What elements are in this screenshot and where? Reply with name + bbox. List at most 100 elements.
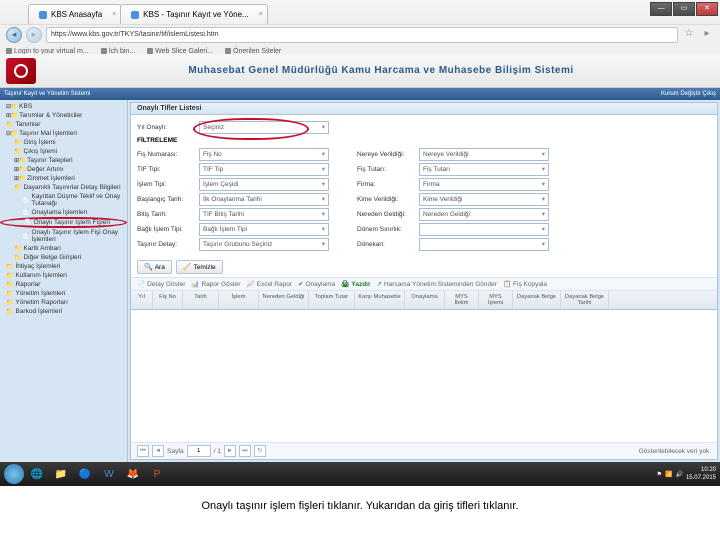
tree-item[interactable]: Giriş İşlemi bbox=[0, 138, 127, 147]
maximize-button[interactable]: ▭ bbox=[673, 2, 695, 16]
toolbar-item[interactable]: 📈Excel Rapor bbox=[247, 280, 293, 288]
tree-item[interactable]: Yönetim İşlemleri bbox=[0, 289, 127, 298]
filter-label: TIF Tipi: bbox=[137, 166, 195, 173]
toolbar-item[interactable]: 📋Fiş Kopyala bbox=[503, 280, 547, 288]
filter-field[interactable]: Taşınır Grubunu Seçiniz bbox=[199, 238, 329, 251]
taskbar-chrome-icon[interactable]: 🔵 bbox=[74, 465, 96, 483]
pager-last[interactable]: ⏭ bbox=[239, 445, 251, 457]
toolbar-item[interactable]: 📄Detay Göster bbox=[137, 280, 185, 288]
tree-item[interactable]: Kullanım İşlemleri bbox=[0, 271, 127, 280]
column-header[interactable]: Onaylama bbox=[405, 291, 445, 309]
column-header[interactable]: MYS İletim bbox=[445, 291, 479, 309]
back-button[interactable]: ◄ bbox=[6, 27, 22, 43]
tree-item[interactable]: Zimmet İşlemleri bbox=[0, 174, 127, 183]
tree-item[interactable]: KBS bbox=[0, 102, 127, 111]
filter-field[interactable]: İşlem Çeşidi bbox=[199, 178, 329, 191]
tray-network-icon[interactable]: 📶 bbox=[665, 471, 672, 478]
column-header[interactable]: Fiş No bbox=[153, 291, 183, 309]
tree-item[interactable]: Tanımlar & Yöneticiler bbox=[0, 111, 127, 120]
column-header[interactable]: Nereden Geldiği bbox=[259, 291, 309, 309]
taskbar-powerpoint-icon[interactable]: P bbox=[146, 465, 168, 483]
filter-field[interactable] bbox=[419, 238, 549, 251]
toolbar-item[interactable]: 🖨Yazdır bbox=[341, 280, 370, 288]
filter-field[interactable]: Nereden Geldiği bbox=[419, 208, 549, 221]
toolbar-item[interactable]: ✔Onaylama bbox=[298, 280, 335, 288]
pager: ⏮ ◄ Sayfa / 1 ► ⏭ ↻ bbox=[137, 445, 266, 457]
column-header[interactable]: Karşı Muhasebe bbox=[355, 291, 405, 309]
bookmark-menu-icon[interactable]: ▸ bbox=[700, 28, 714, 42]
tab-label: KBS Anasayfa bbox=[51, 10, 102, 19]
clock-time: 10:20 bbox=[701, 467, 716, 473]
tree-item[interactable]: Kartlı Ambarı bbox=[0, 244, 127, 253]
column-header[interactable]: Yıl bbox=[131, 291, 153, 309]
search-button[interactable]: 🔍Ara bbox=[137, 260, 172, 274]
tree-item[interactable]: İhtiyaç İşlemleri bbox=[0, 262, 127, 271]
tree-item[interactable]: Dayanıklı Taşınırlar Detay Bilgileri bbox=[0, 183, 127, 192]
pager-page-input[interactable] bbox=[187, 445, 211, 457]
column-header[interactable]: MYS İşlemi bbox=[479, 291, 513, 309]
site-logo bbox=[6, 58, 36, 84]
clock-date: 15.07.2015 bbox=[686, 475, 716, 481]
filter-field[interactable]: Fiş No bbox=[199, 148, 329, 161]
tree-item[interactable]: Taşınır Talepleri bbox=[0, 156, 127, 165]
tree-item[interactable]: Diğer Belge Girişleri bbox=[0, 253, 127, 262]
broom-icon: 🧹 bbox=[183, 263, 192, 271]
browser-tab-2[interactable]: KBS - Taşınır Kayıt ve Yöne...× bbox=[120, 4, 268, 24]
close-button[interactable]: ✕ bbox=[696, 2, 718, 16]
column-header[interactable]: Tarih bbox=[183, 291, 219, 309]
taskbar-explorer-icon[interactable]: 📁 bbox=[50, 465, 72, 483]
year-label: Yıl Onaylı: bbox=[137, 124, 195, 131]
pager-next[interactable]: ► bbox=[224, 445, 236, 457]
toolbar-item[interactable]: 📊Rapor Göster bbox=[191, 280, 240, 288]
year-select[interactable]: Seçiniz bbox=[199, 121, 329, 134]
tree-item[interactable]: Onaylı Taşınır İşlem Fişleri bbox=[0, 217, 127, 228]
pager-first[interactable]: ⏮ bbox=[137, 445, 149, 457]
pager-refresh[interactable]: ↻ bbox=[254, 445, 266, 457]
filter-label: Başlangıç Tarih: bbox=[137, 196, 195, 203]
clear-button[interactable]: 🧹Temizle bbox=[176, 260, 223, 274]
taskbar-word-icon[interactable]: W bbox=[98, 465, 120, 483]
filter-field[interactable]: TIF Bitiş Tarihi bbox=[199, 208, 329, 221]
pager-prev[interactable]: ◄ bbox=[152, 445, 164, 457]
tree-item[interactable]: Taşınır Mal İşlemleri bbox=[0, 129, 127, 138]
minimize-button[interactable]: — bbox=[650, 2, 672, 16]
column-header[interactable]: İşlem bbox=[219, 291, 259, 309]
filter-field[interactable]: Fiş Tutarı bbox=[419, 163, 549, 176]
filter-field[interactable]: Bağlı İşlem Tipi bbox=[199, 223, 329, 236]
slide-caption: Onaylı taşınır işlem fişleri tıklanır. Y… bbox=[0, 486, 720, 526]
tree-item[interactable]: Raporlar bbox=[0, 280, 127, 289]
tree-item[interactable]: Tanımlar bbox=[0, 120, 127, 129]
forward-button[interactable]: ► bbox=[26, 27, 42, 43]
start-button[interactable] bbox=[4, 464, 24, 484]
taskbar-firefox-icon[interactable]: 🦊 bbox=[122, 465, 144, 483]
header-right-links[interactable]: Kurum Değiştir Çıkış bbox=[661, 91, 716, 97]
column-header[interactable]: Dayanak Belge Tarihi bbox=[561, 291, 609, 309]
toolbar-icon: 📄 bbox=[137, 280, 145, 288]
filter-field[interactable]: TIF Tip bbox=[199, 163, 329, 176]
taskbar-ie-icon[interactable]: 🌐 bbox=[26, 465, 48, 483]
filter-field[interactable]: Firma bbox=[419, 178, 549, 191]
tree-item[interactable]: Barkod İşlemleri bbox=[0, 307, 127, 316]
tree-item[interactable]: Çıkış İşlemi bbox=[0, 147, 127, 156]
tree-item[interactable]: Onaylı Taşınır İşlem Fişi Onay İşlemleri bbox=[0, 228, 127, 244]
filter-field[interactable] bbox=[419, 223, 549, 236]
filter-label: Firma: bbox=[357, 181, 415, 188]
tree-item[interactable]: Değer Artımı bbox=[0, 165, 127, 174]
tray-flag-icon[interactable]: ⚑ bbox=[657, 471, 662, 478]
filter-field[interactable]: Kime Verildiği bbox=[419, 193, 549, 206]
filter-heading: FİLTRELEME bbox=[137, 137, 711, 144]
filter-field[interactable]: İlk Onaylanma Tarihi bbox=[199, 193, 329, 206]
tree-item[interactable]: Onaylama İşlemleri bbox=[0, 208, 127, 217]
column-header[interactable]: Dayanak Belge bbox=[513, 291, 561, 309]
tree-item[interactable]: Yönetim Raporları bbox=[0, 298, 127, 307]
address-bar[interactable]: https://www.kbs.gov.tr/TKYS/tasinir/tif/… bbox=[46, 27, 678, 43]
bookmark-star-icon[interactable]: ☆ bbox=[682, 28, 696, 42]
tab-label: KBS - Taşınır Kayıt ve Yöne... bbox=[143, 10, 249, 19]
toolbar-item[interactable]: ↗Harcama Yönetim Sisteminden Gönder bbox=[377, 280, 497, 288]
browser-tab-1[interactable]: KBS Anasayfa× bbox=[28, 4, 121, 24]
panel-title: Onaylı Tifler Listesi bbox=[131, 103, 717, 115]
column-header[interactable]: Toplam Tutar bbox=[309, 291, 355, 309]
tray-volume-icon[interactable]: 🔊 bbox=[675, 471, 682, 478]
filter-field[interactable]: Nereye Verildiği bbox=[419, 148, 549, 161]
tree-item[interactable]: Kayıttan Düşme Teklif ve Onay Tutanağı bbox=[0, 192, 127, 208]
